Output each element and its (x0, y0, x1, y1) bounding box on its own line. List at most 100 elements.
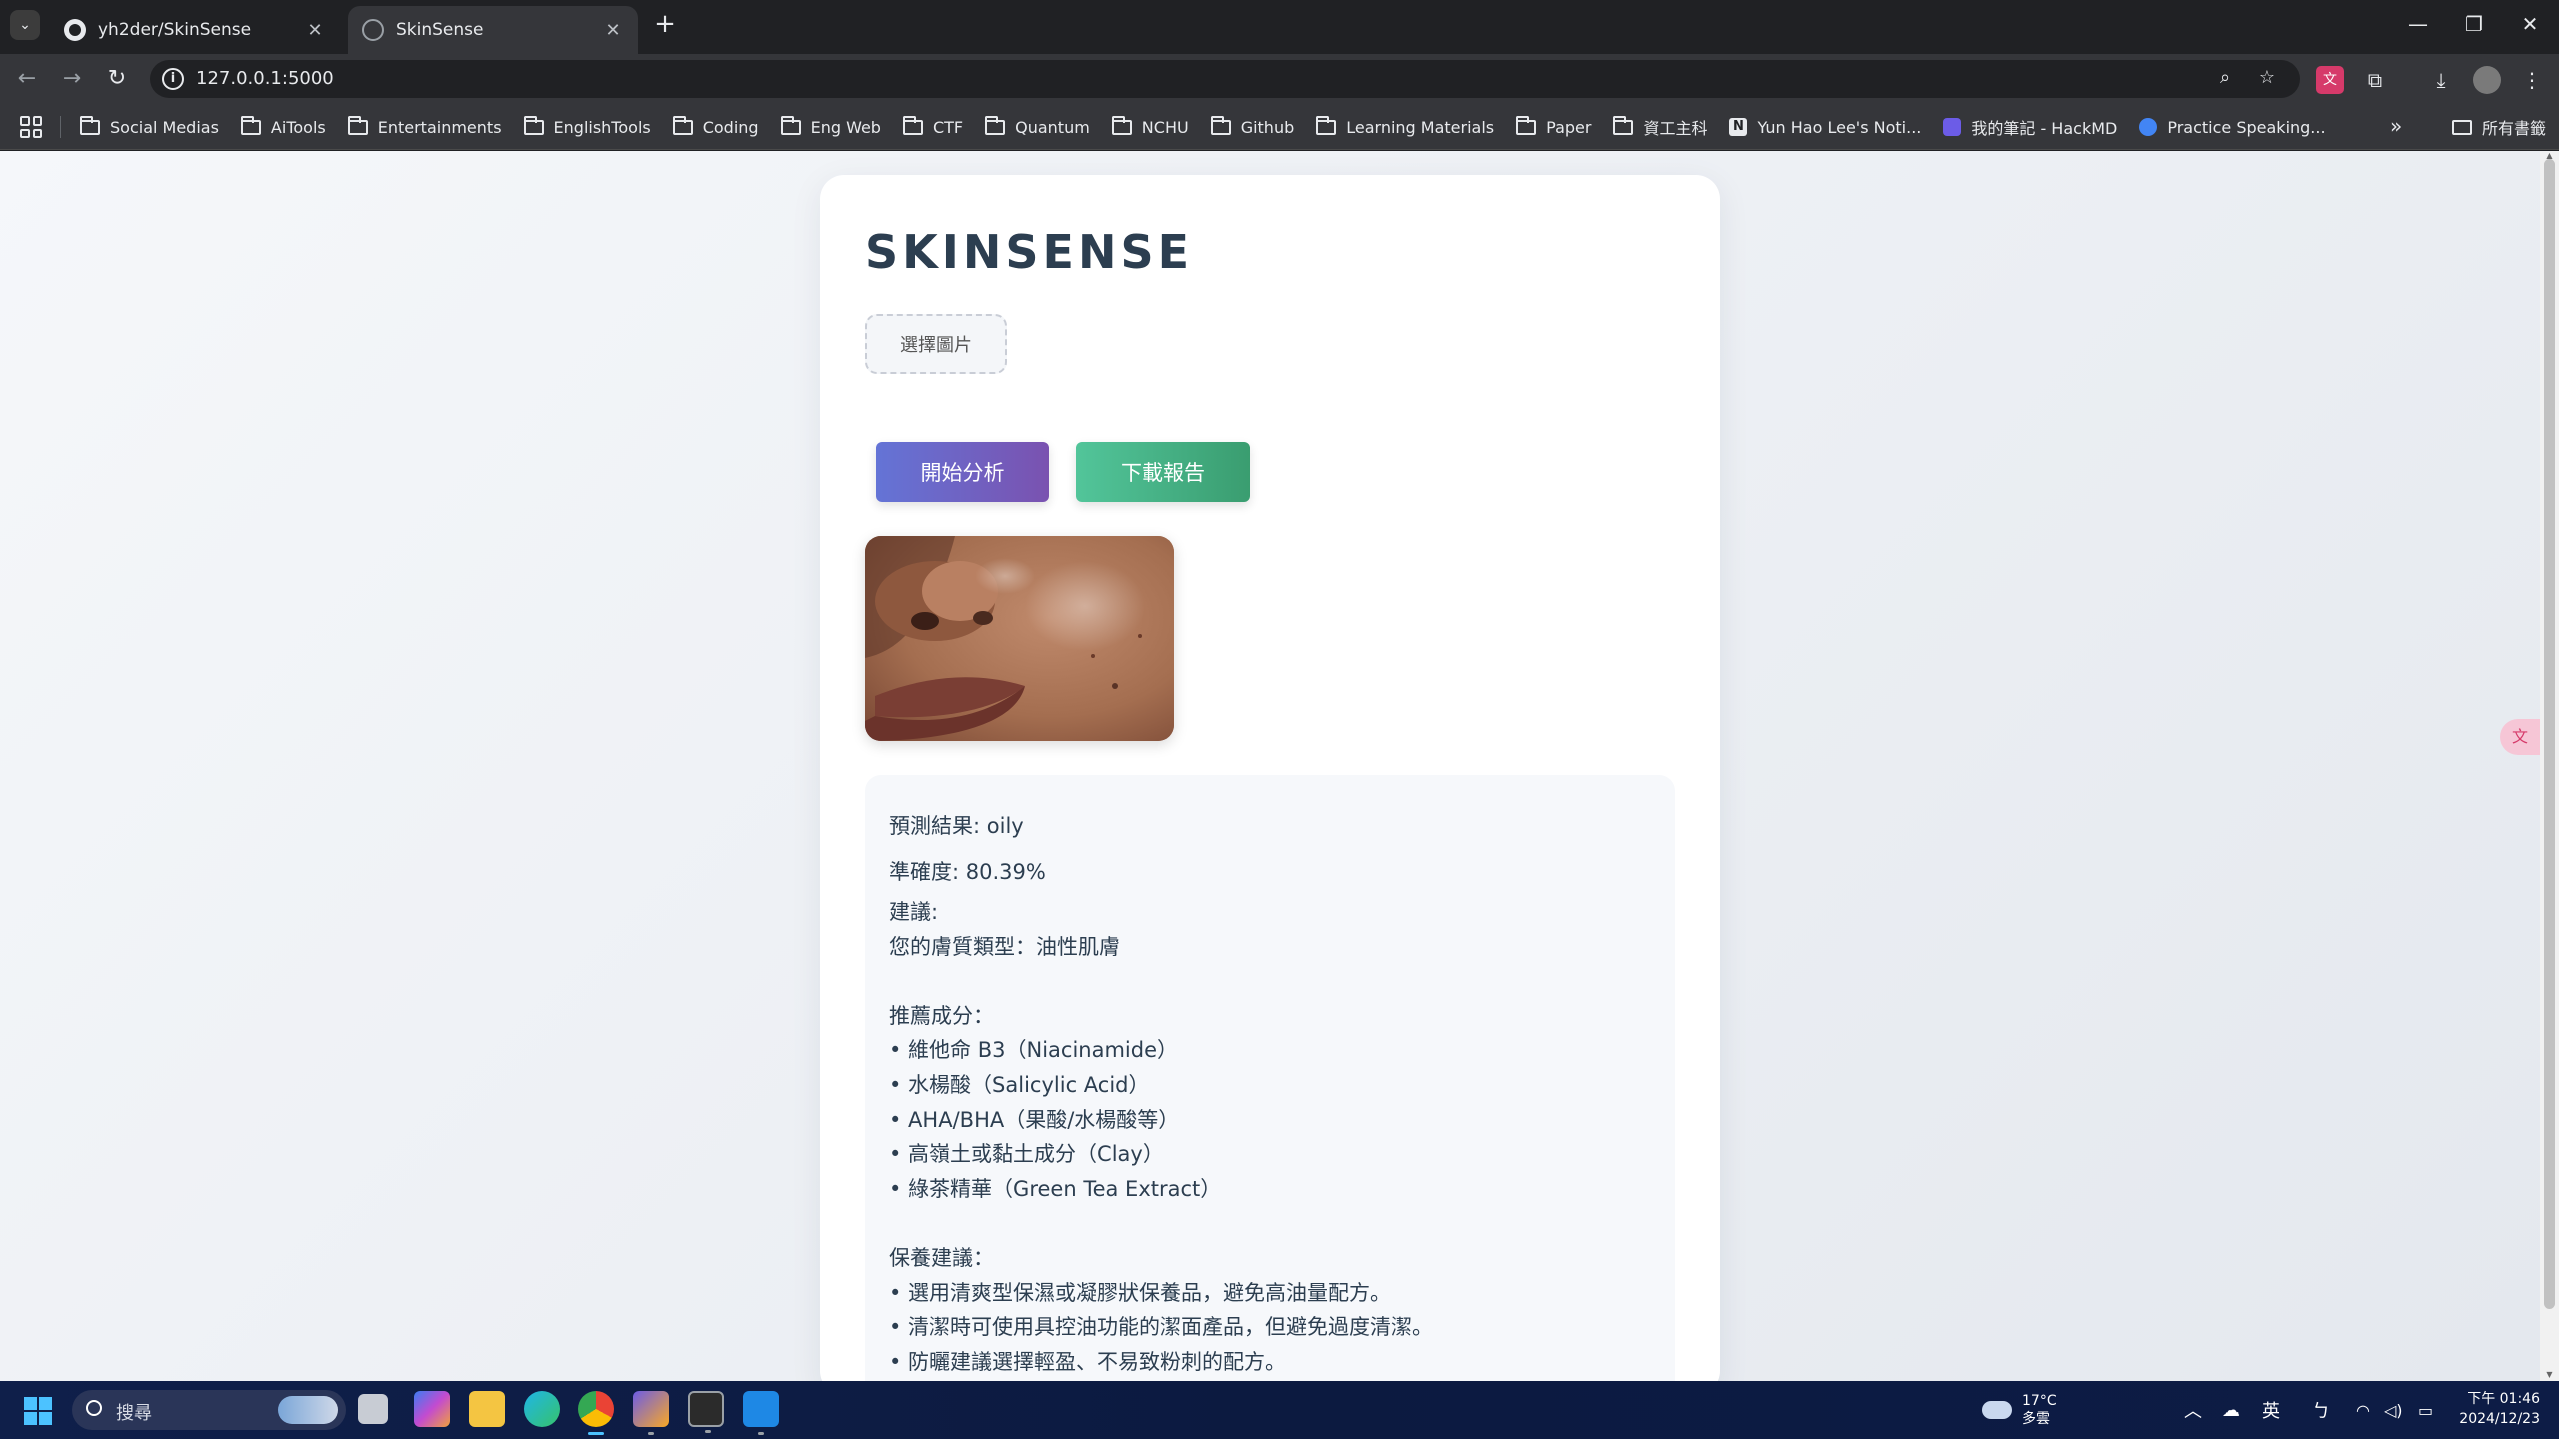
ingredients-title: 推薦成分： (889, 1003, 994, 1028)
page-scrollbar[interactable]: ▲ ▼ (2540, 151, 2559, 1381)
wifi-icon[interactable]: ◠ (2356, 1381, 2370, 1439)
uploaded-face-image (865, 536, 1174, 741)
extensions-icon[interactable]: ⧉ (2361, 66, 2389, 94)
weather-desc: 多雲 (2022, 1411, 2050, 1427)
copilot-icon[interactable] (414, 1391, 450, 1427)
edge-icon[interactable] (524, 1391, 560, 1427)
bookmark-label: 資工主科 (1643, 119, 1708, 138)
download-icon[interactable]: ⤓ (2427, 66, 2455, 94)
bookmark-github[interactable]: Github (1210, 115, 1294, 137)
bookmark-cs-core[interactable]: 資工主科 (1613, 115, 1707, 139)
bookmark-label: Learning Materials (1346, 117, 1495, 137)
folder-icon (1210, 115, 1231, 135)
bookmark-label: EnglishTools (553, 117, 651, 137)
folder-icon (672, 115, 693, 135)
close-tab-icon[interactable]: ✕ (602, 20, 624, 41)
bookmark-label: AiTools (270, 117, 326, 137)
bookmarks-bar: Social Medias AiTools Entertainments Eng… (0, 104, 2559, 150)
care-title: 保養建議： (889, 1245, 994, 1270)
reload-icon[interactable]: ↻ (100, 62, 134, 96)
scroll-down-icon[interactable]: ▼ (2544, 1371, 2555, 1379)
restore-button[interactable]: ❐ (2446, 6, 2502, 42)
bookmark-label: Social Medias (110, 117, 219, 137)
bookmark-paper[interactable]: Paper (1516, 115, 1592, 137)
bookmark-star-icon[interactable]: ☆ (2255, 67, 2279, 91)
github-icon (64, 19, 86, 41)
folder-icon (240, 115, 261, 135)
bookmark-label: Quantum (1015, 117, 1090, 137)
folder-icon (1613, 115, 1634, 135)
bookmark-ctf[interactable]: CTF (902, 115, 963, 137)
translate-extension-icon[interactable]: 文 (2316, 66, 2344, 94)
practice-icon (2139, 118, 2158, 136)
analyze-button[interactable]: 開始分析 (876, 442, 1049, 502)
apps-icon[interactable] (20, 116, 42, 138)
battery-icon[interactable]: ▭ (2418, 1381, 2433, 1439)
tray-overflow-icon[interactable]: ︿ (2184, 1381, 2202, 1439)
tab-github[interactable]: yh2der/SkinSense ✕ (50, 6, 340, 54)
bookmark-practice-speaking[interactable]: Practice Speaking... (2139, 117, 2326, 137)
bookmark-label: Yun Hao Lee's Noti... (1757, 117, 1922, 137)
git-client-icon[interactable] (633, 1391, 669, 1435)
bookmark-hackmd[interactable]: 我的筆記 - HackMD (1943, 115, 2117, 139)
close-tab-icon[interactable]: ✕ (304, 20, 326, 41)
bookmark-englishtools[interactable]: EnglishTools (523, 115, 651, 137)
bookmark-nchu[interactable]: NCHU (1111, 115, 1189, 137)
address-url[interactable]: 127.0.0.1:5000 (196, 68, 334, 89)
scrollbar-thumb[interactable] (2544, 159, 2555, 1309)
ingredient-item: • 高嶺土或黏土成分（Clay） (889, 1142, 1164, 1167)
bookmark-entertainments[interactable]: Entertainments (347, 115, 502, 137)
minimize-button[interactable]: — (2390, 6, 2446, 42)
bookmark-eng-web[interactable]: Eng Web (780, 115, 881, 137)
weather-widget[interactable]: 17°C 多雲 (1982, 1381, 2057, 1439)
file-explorer-icon[interactable] (469, 1391, 505, 1427)
bookmark-learning-materials[interactable]: Learning Materials (1316, 115, 1495, 137)
bookmark-label: Coding (702, 117, 759, 137)
bookmark-aitools[interactable]: AiTools (240, 115, 326, 137)
windows-start-icon[interactable] (24, 1397, 52, 1425)
ingredient-item: • 水楊酸（Salicylic Acid） (889, 1072, 1150, 1097)
task-view-icon[interactable] (358, 1394, 388, 1424)
skin-type-text: 您的膚質類型：油性肌膚 (889, 934, 1120, 959)
confidence-label: 準確度: (889, 860, 960, 884)
system-clock[interactable]: 下午 01:46 2024/12/23 (2440, 1389, 2540, 1429)
forward-icon[interactable]: → (55, 62, 89, 96)
bookmark-social-medias[interactable]: Social Medias (80, 115, 219, 137)
bookmark-label: Practice Speaking... (2167, 117, 2326, 137)
vscode-icon[interactable] (743, 1391, 779, 1435)
clock-date: 2024/12/23 (2459, 1411, 2540, 1427)
advice-label: 建議: (889, 900, 939, 924)
tab-skinsense[interactable]: SkinSense ✕ (348, 6, 638, 54)
site-info-icon[interactable]: i (162, 68, 184, 90)
translate-float-icon[interactable]: 文 (2500, 719, 2540, 755)
address-bar[interactable]: i 127.0.0.1:5000 ⌕ ☆ (150, 60, 2300, 98)
back-icon[interactable]: ← (10, 62, 44, 96)
folder-icon (985, 115, 1006, 135)
download-report-button[interactable]: 下載報告 (1076, 442, 1250, 502)
taskbar-search[interactable]: 搜尋 (72, 1390, 346, 1430)
zoom-icon[interactable]: ⌕ (2213, 67, 2237, 91)
more-bookmarks-icon[interactable]: » (2390, 114, 2402, 138)
bookmark-coding[interactable]: Coding (672, 115, 759, 137)
tab-search-icon[interactable]: ⌄ (10, 10, 40, 40)
menu-icon[interactable]: ⋮ (2518, 66, 2546, 94)
volume-icon[interactable]: ◁) (2384, 1381, 2403, 1439)
analysis-result-panel: 預測結果: oily 準確度: 80.39% 建議: 您的膚質類型：油性肌膚 推… (865, 775, 1675, 1381)
bookmark-label: Eng Web (810, 117, 881, 137)
onedrive-icon[interactable]: ☁ (2222, 1381, 2240, 1439)
ime-indicator[interactable]: 英 (2262, 1381, 2280, 1439)
all-bookmarks[interactable]: 所有書籤 (2452, 104, 2546, 150)
new-tab-button[interactable]: + (650, 10, 680, 40)
bookmark-notion[interactable]: N Yun Hao Lee's Noti... (1729, 118, 1921, 137)
chrome-icon[interactable] (578, 1391, 614, 1435)
profile-avatar[interactable] (2473, 66, 2501, 94)
globe-icon (362, 19, 384, 41)
bookmark-quantum[interactable]: Quantum (985, 115, 1090, 137)
close-window-button[interactable]: ✕ (2502, 6, 2558, 42)
choose-image-button[interactable]: 選擇圖片 (865, 314, 1007, 374)
folder-icon (2452, 119, 2472, 135)
terminal-icon[interactable] (688, 1391, 724, 1433)
ime-mode-icon[interactable]: ㄅ (2312, 1381, 2330, 1439)
app-card: SKINSENSE 選擇圖片 開始分析 下載報告 預測結果: oily 準確度:… (820, 175, 1720, 1381)
bookmark-label: Paper (1546, 117, 1592, 137)
